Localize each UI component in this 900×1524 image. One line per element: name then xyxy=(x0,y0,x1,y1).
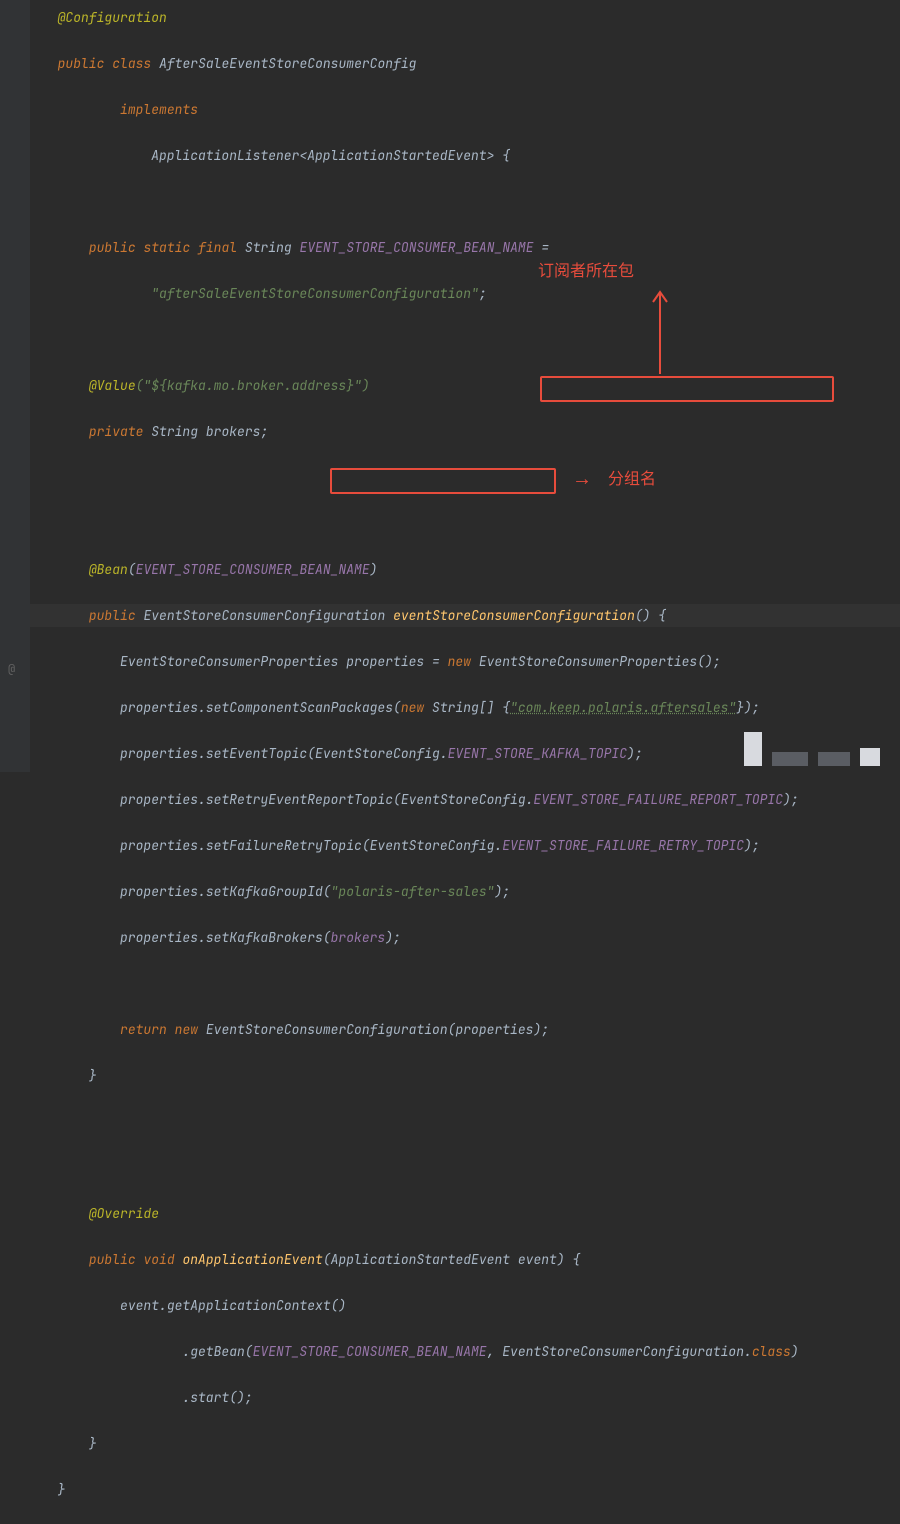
kafka-group-id-string: "polaris-after-sales" xyxy=(331,883,495,900)
annotation-bean: @Bean xyxy=(89,561,128,578)
annotation-override: @Override xyxy=(89,1205,159,1222)
annotation-value: @Value xyxy=(89,377,136,394)
const-bean-name: EVENT_STORE_CONSUMER_BEAN_NAME xyxy=(300,239,534,256)
status-bar-stub xyxy=(744,732,880,766)
callout-package-label: 订阅者所在包 xyxy=(538,260,634,283)
method-onApplicationEvent: onApplicationEvent xyxy=(182,1251,322,1268)
class-name: AfterSaleEventStoreConsumerConfig xyxy=(159,55,416,72)
editor-gutter: @ xyxy=(0,0,30,772)
callout-group-label: 分组名 xyxy=(608,468,656,491)
method-eventStoreConsumerConfiguration: eventStoreConsumerConfiguration xyxy=(393,607,635,624)
override-gutter-icon: @ xyxy=(8,658,15,681)
annotation-configuration: @Configuration xyxy=(58,9,167,26)
arrow-right-icon: → xyxy=(572,468,592,491)
code-editor[interactable]: @Configuration public class AfterSaleEve… xyxy=(30,0,900,772)
scan-package-string: "com.keep.polaris.aftersales" xyxy=(510,699,736,716)
